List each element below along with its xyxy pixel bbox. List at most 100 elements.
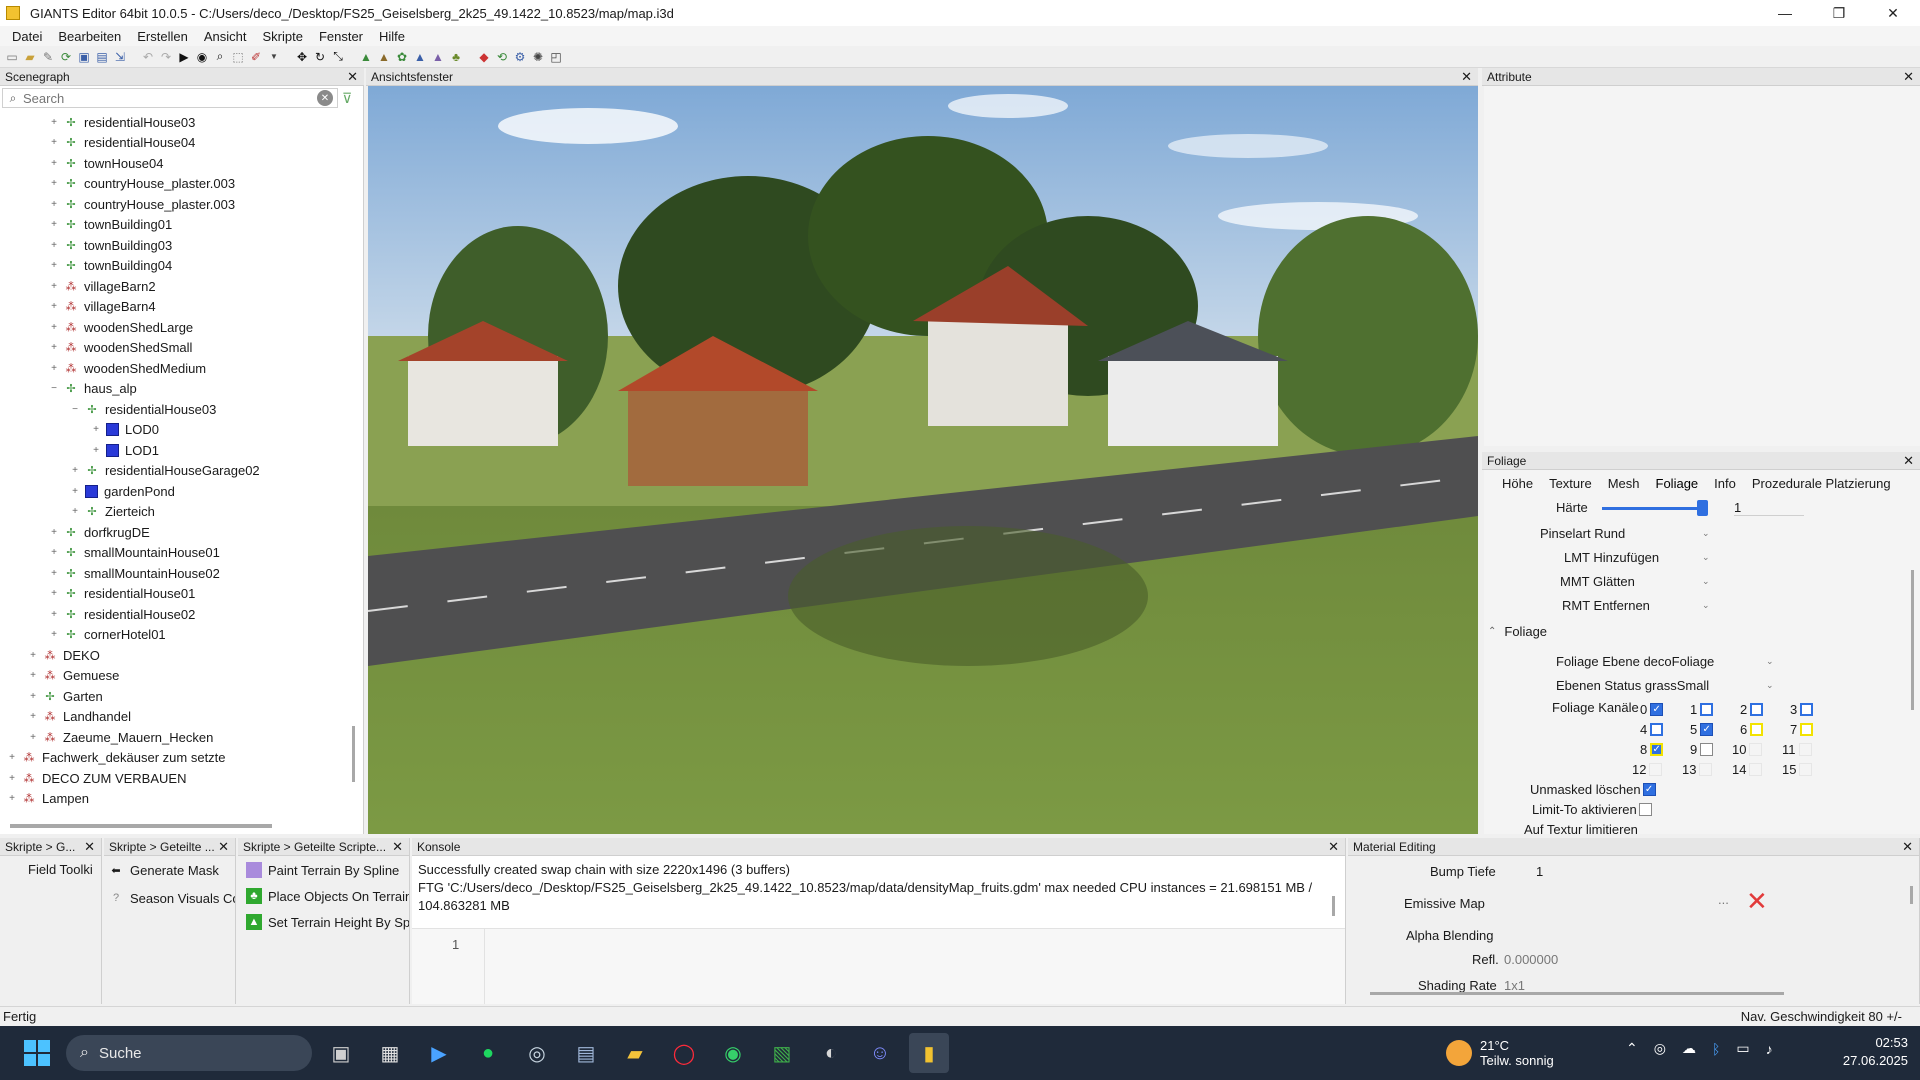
- taskbar-search[interactable]: ⌕ Suche: [66, 1035, 312, 1071]
- paint-icon[interactable]: ✐: [248, 49, 264, 65]
- sync-icon[interactable]: ⟲: [494, 49, 510, 65]
- expand-icon[interactable]: +: [48, 526, 60, 538]
- remove-map-icon[interactable]: ✕: [1746, 886, 1768, 917]
- skripte-geteilte-header[interactable]: Skripte > Geteilte ... ✕: [104, 838, 236, 856]
- settings-icon[interactable]: ⚙: [512, 49, 528, 65]
- horizontal-scrollbar[interactable]: [1370, 992, 1784, 995]
- rmt-combo[interactable]: RMT Entfernen ⌄: [1562, 598, 1710, 613]
- emissive-map-browse[interactable]: ...: [1718, 892, 1729, 907]
- expand-icon[interactable]: +: [48, 547, 60, 559]
- expand-icon[interactable]: +: [27, 731, 39, 743]
- collapse-icon[interactable]: −: [48, 383, 60, 395]
- eye-icon[interactable]: ◉: [194, 49, 210, 65]
- play-icon[interactable]: ▶: [176, 49, 192, 65]
- steam-icon[interactable]: ◎: [517, 1033, 557, 1073]
- lmt-combo[interactable]: LMT Hinzufügen ⌄: [1564, 550, 1710, 565]
- tree-row[interactable]: + ✢ residentialHouse03: [0, 112, 352, 133]
- maximize-button[interactable]: ❐: [1812, 0, 1866, 26]
- tree-row[interactable]: + ✢ dorfkrugDE: [0, 522, 352, 543]
- tree-row[interactable]: + ✢ smallMountainHouse02: [0, 563, 352, 584]
- material-icon[interactable]: ◆: [476, 49, 492, 65]
- giants-editor-taskbar-icon[interactable]: ▮: [909, 1033, 949, 1073]
- expand-icon[interactable]: +: [48, 362, 60, 374]
- skripte-g-header[interactable]: Skripte > G... ✕: [0, 838, 102, 856]
- file-explorer-icon[interactable]: ▰: [615, 1033, 655, 1073]
- tree-row[interactable]: + ⁂ Fachwerk_dekäuser zum setzte: [0, 748, 352, 769]
- tab-hoehe[interactable]: Höhe: [1494, 476, 1541, 491]
- tree-row[interactable]: + ⁂ Landhandel: [0, 707, 352, 728]
- expand-icon[interactable]: +: [48, 137, 60, 149]
- tree-row[interactable]: + ✢ Zierteich: [0, 502, 352, 523]
- tree-row[interactable]: + ✢ cornerHotel01: [0, 625, 352, 646]
- globe-icon[interactable]: ✺: [530, 49, 546, 65]
- script-paint-terrain[interactable]: Paint Terrain By Spline: [246, 862, 399, 878]
- 3d-viewport[interactable]: [368, 86, 1478, 834]
- close-icon[interactable]: ✕: [84, 839, 95, 855]
- foliage-section-header[interactable]: ⌃ Foliage: [1488, 624, 1547, 639]
- media-player-icon[interactable]: ▶: [419, 1033, 459, 1073]
- move-icon[interactable]: ✥: [294, 49, 310, 65]
- tab-mesh[interactable]: Mesh: [1600, 476, 1648, 491]
- minimize-button[interactable]: —: [1758, 0, 1812, 26]
- expand-icon[interactable]: +: [48, 629, 60, 641]
- expand-icon[interactable]: +: [48, 116, 60, 128]
- expand-icon[interactable]: +: [90, 424, 102, 436]
- tree-row[interactable]: + ⁂ woodenShedLarge: [0, 317, 352, 338]
- calculator-icon[interactable]: ▤: [566, 1033, 606, 1073]
- mmt-combo[interactable]: MMT Glätten ⌄: [1560, 574, 1710, 589]
- app-green-icon[interactable]: ◉: [713, 1033, 753, 1073]
- channel-checkbox[interactable]: [1749, 763, 1763, 776]
- script-field-toolkit[interactable]: Field Toolki: [28, 862, 93, 877]
- foliage-ebene-combo[interactable]: Foliage Ebene decoFoliage ⌄: [1556, 654, 1774, 669]
- tree-row[interactable]: + ✢ Garten: [0, 686, 352, 707]
- channel-checkbox[interactable]: [1650, 723, 1664, 736]
- channel-checkbox[interactable]: [1800, 723, 1814, 736]
- menu-datei[interactable]: Datei: [4, 29, 50, 44]
- expand-icon[interactable]: +: [48, 239, 60, 251]
- tree-row[interactable]: + LOD0: [0, 420, 352, 441]
- close-icon[interactable]: ✕: [392, 839, 403, 855]
- tree-row[interactable]: + ⁂ woodenShedMedium: [0, 358, 352, 379]
- bump-tiefe-value[interactable]: 1: [1536, 864, 1543, 879]
- tree-row[interactable]: + ✢ residentialHouseGarage02: [0, 461, 352, 482]
- script-generate-mask[interactable]: ⬅ Generate Mask: [108, 862, 218, 878]
- save-icon[interactable]: ▣: [76, 49, 92, 65]
- tree-row[interactable]: + ⁂ DECO ZUM VERBAUEN: [0, 768, 352, 789]
- channel-checkbox[interactable]: [1649, 763, 1663, 776]
- terrain-texture-icon[interactable]: ▲: [412, 49, 428, 65]
- terrain-icon[interactable]: ▲: [358, 49, 374, 65]
- channel-checkbox[interactable]: [1700, 703, 1714, 716]
- tree-row[interactable]: + LOD1: [0, 440, 352, 461]
- channel-checkbox[interactable]: [1699, 763, 1713, 776]
- script-season-visuals[interactable]: ? Season Visuals Co: [108, 890, 235, 906]
- network-icon[interactable]: ▭: [1736, 1040, 1749, 1057]
- console-input[interactable]: 1: [412, 928, 1345, 1004]
- tree-row[interactable]: + ✢ townBuilding01: [0, 215, 352, 236]
- expand-icon[interactable]: +: [6, 772, 18, 784]
- foliage-icon[interactable]: ✿: [394, 49, 410, 65]
- tree-row[interactable]: + ⁂ Zaeume_Mauern_Hecken: [0, 727, 352, 748]
- tree-row[interactable]: + ✢ townHouse04: [0, 153, 352, 174]
- close-icon[interactable]: ✕: [1328, 839, 1339, 855]
- chevron-up-icon[interactable]: ⌃: [1626, 1040, 1638, 1057]
- shading-rate-value[interactable]: 1x1: [1504, 978, 1525, 993]
- tab-foliage[interactable]: Foliage: [1648, 476, 1707, 491]
- tree-row[interactable]: + ⁂ Lampen: [0, 789, 352, 810]
- limit-checkbox[interactable]: [1638, 803, 1652, 816]
- tab-info[interactable]: Info: [1706, 476, 1744, 491]
- refl-value[interactable]: 0.000000: [1504, 952, 1558, 967]
- script-set-terrain-height[interactable]: ▲ Set Terrain Height By Sp: [246, 914, 409, 930]
- weather-widget[interactable]: 21°C Teilw. sonnig: [1446, 1038, 1554, 1068]
- tree-row[interactable]: + ✢ residentialHouse02: [0, 604, 352, 625]
- camera-icon[interactable]: ◰: [548, 49, 564, 65]
- dropdown-icon[interactable]: ▼: [266, 49, 282, 65]
- store-icon[interactable]: ▦: [370, 1033, 410, 1073]
- vertical-scrollbar[interactable]: [1910, 886, 1913, 904]
- refresh-icon[interactable]: ⟳: [58, 49, 74, 65]
- expand-icon[interactable]: +: [69, 506, 81, 518]
- expand-icon[interactable]: +: [48, 157, 60, 169]
- search-input[interactable]: [23, 90, 303, 106]
- filter-icon[interactable]: ⊽: [342, 90, 352, 107]
- undo-icon[interactable]: ↶: [140, 49, 156, 65]
- expand-icon[interactable]: +: [6, 752, 18, 764]
